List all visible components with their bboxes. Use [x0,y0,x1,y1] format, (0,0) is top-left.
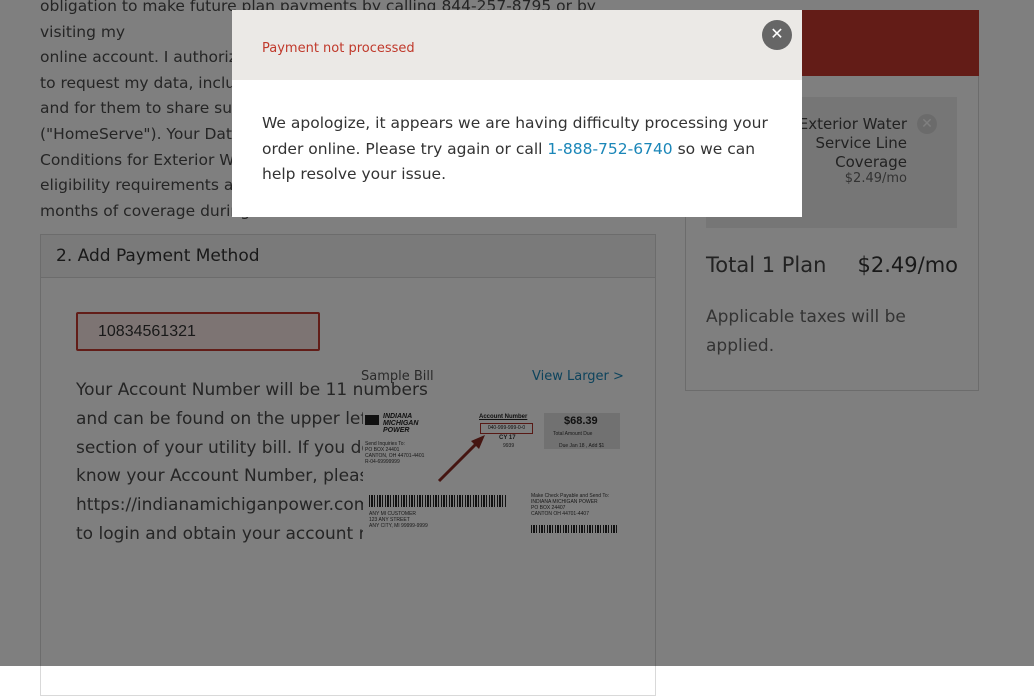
close-icon: ✕ [770,26,784,43]
error-modal: Payment not processed ✕ We apologize, it… [232,10,802,217]
modal-title: Payment not processed [262,40,415,56]
checkout-page: obligation to make future plan payments … [0,0,1034,696]
modal-message: We apologize, it appears we are having d… [262,111,777,188]
modal-header: Payment not processed [232,10,802,80]
phone-link[interactable]: 1-888-752-6740 [547,140,672,158]
close-button[interactable]: ✕ [762,20,792,50]
